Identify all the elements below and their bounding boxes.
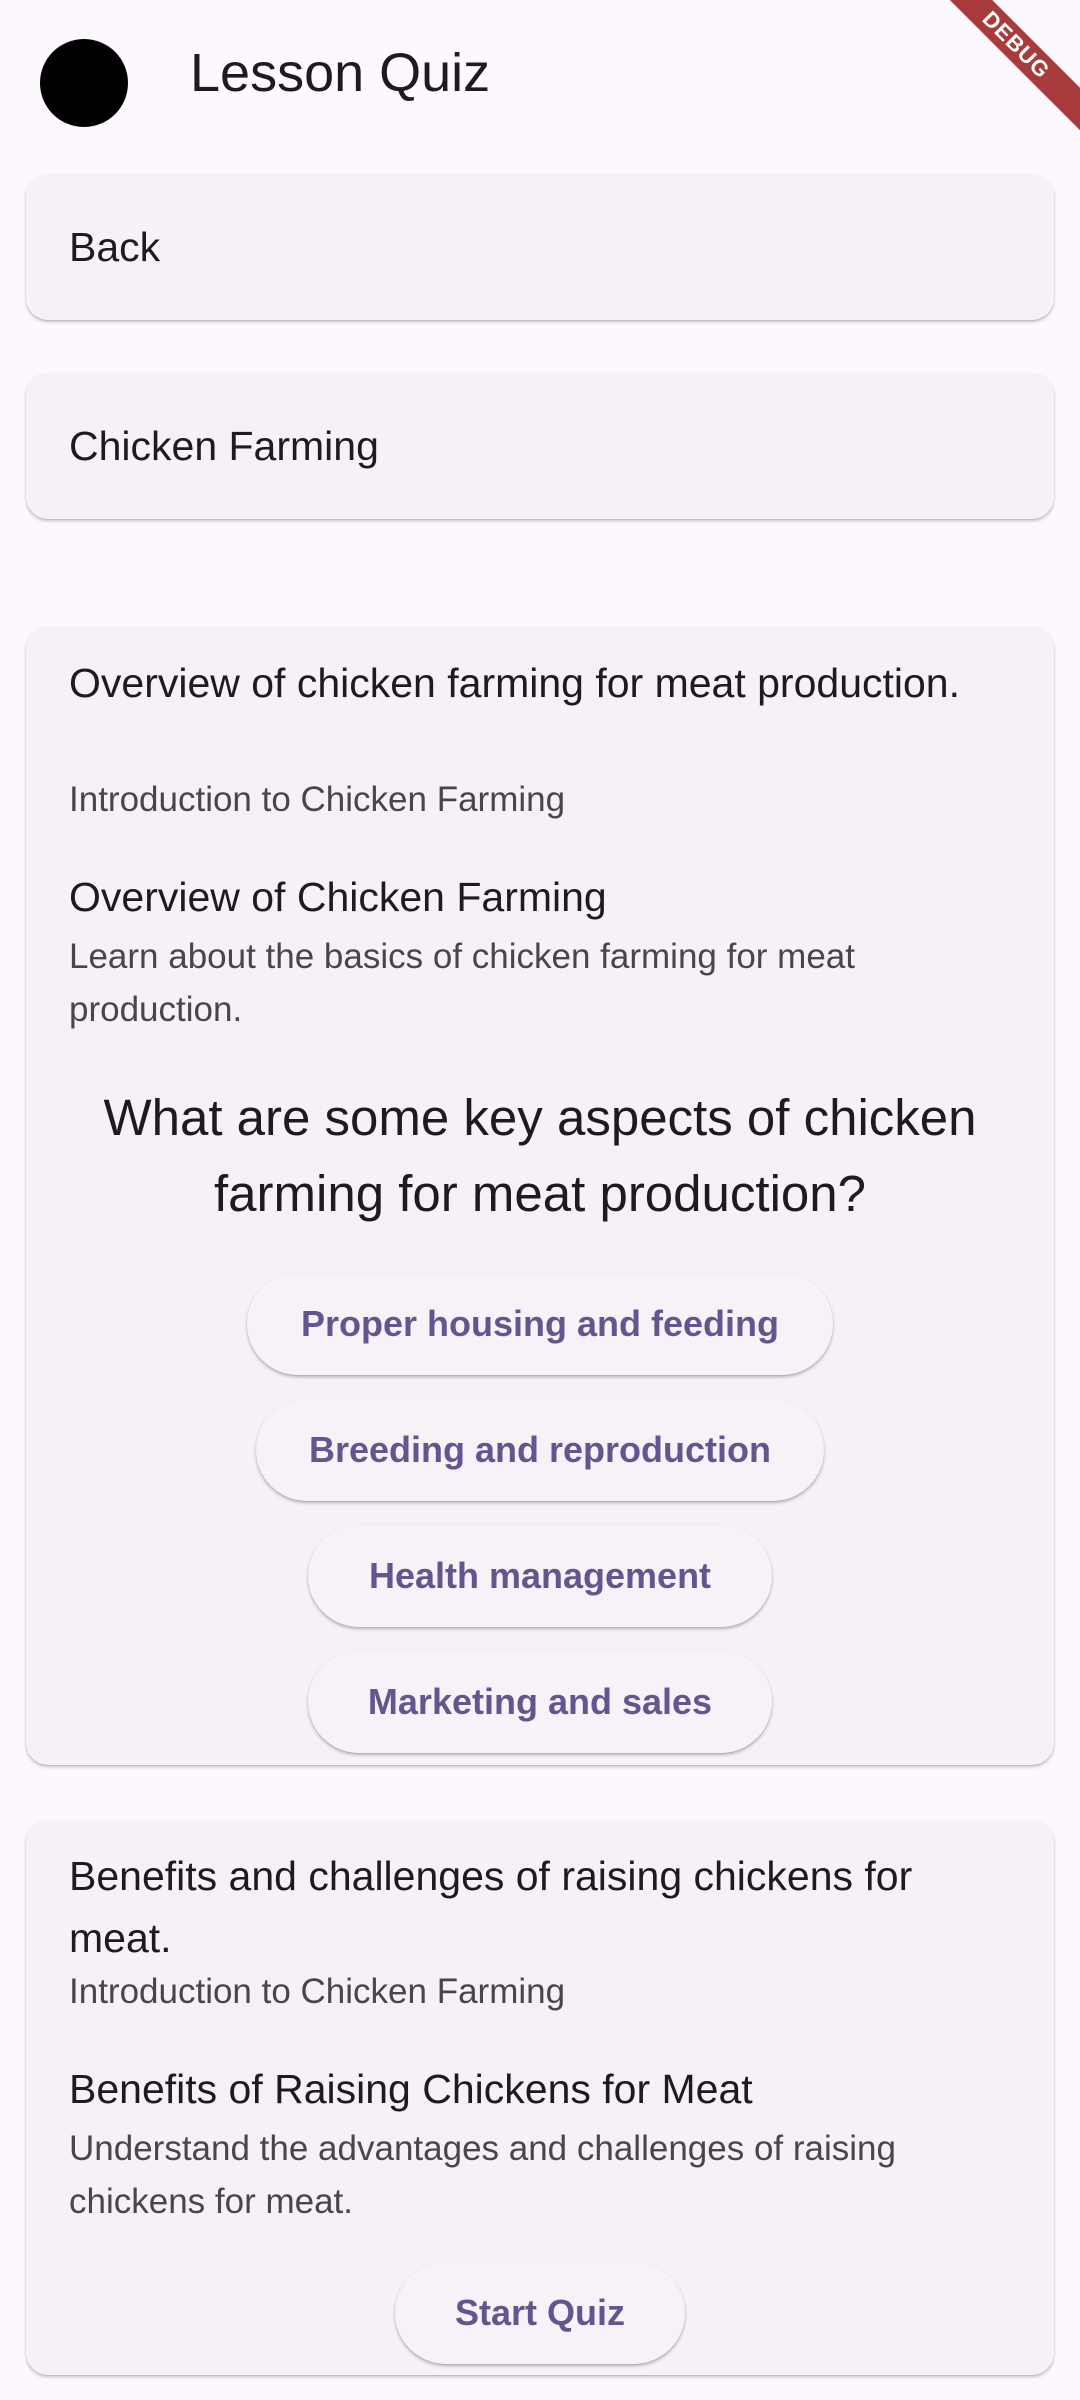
- answer-option-button[interactable]: Proper housing and feeding: [247, 1273, 833, 1375]
- lesson-subtitle: Introduction to Chicken Farming: [69, 1972, 566, 2011]
- lesson-quiz-screen: Lesson Quiz DEBUG Back Chicken Farming O…: [0, 0, 1080, 2400]
- app-bar: Lesson Quiz: [0, 0, 1080, 146]
- lesson-subtitle: Introduction to Chicken Farming: [69, 780, 566, 819]
- lesson-title: Overview of chicken farming for meat pro…: [69, 660, 960, 706]
- quiz-question: What are some key aspects of chicken far…: [103, 1089, 977, 1222]
- lesson-title: Benefits and challenges of raising chick…: [69, 1853, 913, 1961]
- topic-tile[interactable]: Chicken Farming: [26, 373, 1054, 519]
- topic-label: Chicken Farming: [69, 422, 379, 469]
- answer-option-button[interactable]: Marketing and sales: [308, 1651, 772, 1753]
- back-tile[interactable]: Back: [26, 174, 1054, 320]
- section-description: Understand the advantages and challenges…: [69, 2129, 896, 2221]
- lesson-card: Benefits and challenges of raising chick…: [26, 1820, 1054, 2375]
- back-label: Back: [69, 223, 161, 270]
- section-title: Benefits of Raising Chickens for Meat: [69, 2066, 753, 2112]
- answer-option-button[interactable]: Health management: [308, 1525, 772, 1627]
- lesson-card: Overview of chicken farming for meat pro…: [26, 627, 1054, 1765]
- page-title: Lesson Quiz: [190, 43, 491, 103]
- avatar[interactable]: [40, 39, 128, 127]
- section-description: Learn about the basics of chicken farmin…: [69, 937, 855, 1029]
- section-title: Overview of Chicken Farming: [69, 874, 607, 920]
- start-quiz-button[interactable]: Start Quiz: [395, 2262, 685, 2364]
- answer-option-button[interactable]: Breeding and reproduction: [256, 1399, 824, 1501]
